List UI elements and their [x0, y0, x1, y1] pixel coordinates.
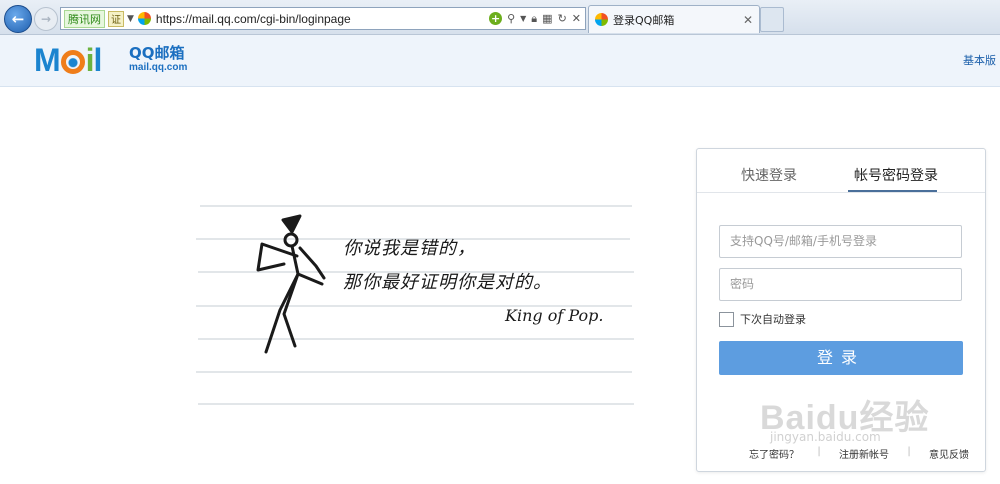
link-separator: | [907, 446, 911, 457]
tab-quick-login[interactable]: 快速登录 [741, 165, 797, 185]
quote-line-1: 你说我是错的， [343, 238, 476, 259]
remember-label: 下次自动登录 [740, 313, 806, 326]
baidu-watermark-url: jingyan.baidu.com [770, 430, 881, 444]
tab-divider [697, 192, 985, 193]
login-button[interactable]: 登录 [719, 341, 963, 375]
remember-checkbox[interactable] [719, 311, 734, 327]
quote-line-2: 那你最好证明你是对的。 [343, 272, 552, 293]
remember-login[interactable]: 下次自动登录 [719, 311, 806, 327]
username-input[interactable]: 支持QQ号/邮箱/手机号登录 [719, 225, 962, 258]
feedback-link[interactable]: 意见反馈 [929, 446, 969, 461]
password-input[interactable]: 密码 [719, 268, 962, 301]
link-separator: | [817, 446, 821, 457]
forgot-password-link[interactable]: 忘了密码？ [749, 446, 799, 461]
dancer-figure-icon [256, 214, 326, 354]
login-footer-links: 忘了密码？ | 注册新帐号 | 意见反馈 [749, 446, 969, 461]
quote-signature: King of Pop. [505, 306, 604, 325]
register-link[interactable]: 注册新帐号 [839, 446, 889, 461]
tab-account-login[interactable]: 帐号密码登录 [854, 165, 938, 185]
